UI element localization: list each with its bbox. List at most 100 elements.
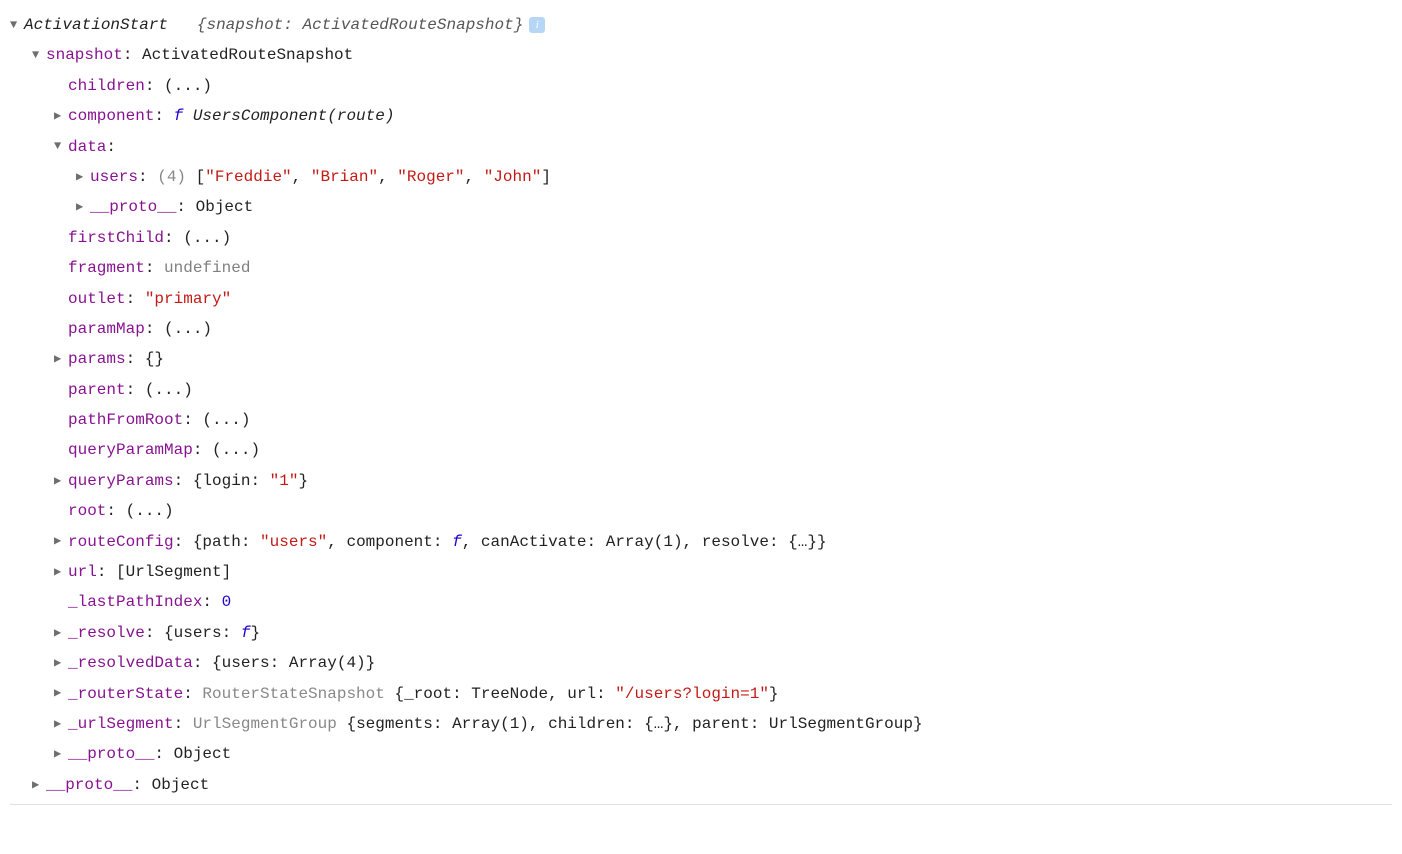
- prop-key: children: [68, 77, 145, 95]
- prop-value: 0: [222, 593, 232, 611]
- prop-key: _resolve: [68, 624, 145, 642]
- prop-key: queryParamMap: [68, 441, 193, 459]
- prop-key: users: [90, 168, 138, 186]
- prop-key: url: [68, 563, 97, 581]
- console-object-tree: ActivationStart {snapshot: ActivatedRout…: [10, 10, 1392, 805]
- array-item: "Freddie": [205, 168, 291, 186]
- prop-firstchild[interactable]: firstChild: (...): [10, 223, 1392, 253]
- prop-proto[interactable]: __proto__: Object: [10, 739, 1392, 769]
- expand-toggle-icon[interactable]: [32, 44, 46, 67]
- prop-users[interactable]: users: (4) ["Freddie", "Brian", "Roger",…: [10, 162, 1392, 192]
- expand-toggle-icon[interactable]: [10, 14, 24, 37]
- prop-value: undefined: [164, 259, 250, 277]
- array-item: "Brian": [311, 168, 378, 186]
- function-icon: f: [452, 533, 462, 551]
- prop-value: [UrlSegment]: [116, 563, 231, 581]
- prop-component[interactable]: component: f UsersComponent(route): [10, 101, 1392, 131]
- prop-url[interactable]: url: [UrlSegment]: [10, 557, 1392, 587]
- prop-urlsegment[interactable]: _urlSegment: UrlSegmentGroup {segments: …: [10, 709, 1392, 739]
- prop-value: UsersComponent(route): [193, 107, 395, 125]
- prop-value: (...): [164, 320, 212, 338]
- prop-children[interactable]: children: (...): [10, 71, 1392, 101]
- prop-parammap[interactable]: paramMap: (...): [10, 314, 1392, 344]
- expand-toggle-icon[interactable]: [54, 652, 68, 675]
- expand-toggle-icon[interactable]: [54, 561, 68, 584]
- expand-toggle-icon[interactable]: [54, 682, 68, 705]
- root-row[interactable]: ActivationStart {snapshot: ActivatedRout…: [10, 10, 1392, 40]
- prop-value: Object: [152, 776, 210, 794]
- prop-parent[interactable]: parent: (...): [10, 375, 1392, 405]
- prop-queryparammap[interactable]: queryParamMap: (...): [10, 435, 1392, 465]
- prop-key: _lastPathIndex: [68, 593, 202, 611]
- prop-key: paramMap: [68, 320, 145, 338]
- prop-resolve[interactable]: _resolve: {users: f}: [10, 618, 1392, 648]
- prop-key: __proto__: [68, 745, 154, 763]
- prop-value: (...): [183, 229, 231, 247]
- prop-key: _routerState: [68, 685, 183, 703]
- prop-key: __proto__: [90, 198, 176, 216]
- prop-routeconfig[interactable]: routeConfig: {path: "users", component: …: [10, 527, 1392, 557]
- prop-value: ActivatedRouteSnapshot: [142, 46, 353, 64]
- prop-key: pathFromRoot: [68, 411, 183, 429]
- prop-lastpathindex[interactable]: _lastPathIndex: 0: [10, 587, 1392, 617]
- prop-key: routeConfig: [68, 533, 174, 551]
- array-count: (4): [157, 168, 186, 186]
- prop-value: (...): [164, 77, 212, 95]
- prop-data[interactable]: data:: [10, 132, 1392, 162]
- expand-toggle-icon[interactable]: [54, 713, 68, 736]
- prop-outlet[interactable]: outlet: "primary": [10, 284, 1392, 314]
- prop-value: Object: [174, 745, 232, 763]
- class-name: ActivationStart: [24, 16, 168, 34]
- function-icon: f: [241, 624, 251, 642]
- prop-value: "primary": [145, 290, 231, 308]
- prop-resolveddata[interactable]: _resolvedData: {users: Array(4)}: [10, 648, 1392, 678]
- expand-toggle-icon[interactable]: [54, 105, 68, 128]
- expand-toggle-icon[interactable]: [54, 622, 68, 645]
- prop-proto[interactable]: __proto__: Object: [10, 770, 1392, 800]
- expand-toggle-icon[interactable]: [54, 743, 68, 766]
- function-icon: f: [174, 107, 193, 125]
- prop-key: fragment: [68, 259, 145, 277]
- prop-key: parent: [68, 381, 126, 399]
- prop-queryparams[interactable]: queryParams: {login: "1"}: [10, 466, 1392, 496]
- prop-value: (...): [126, 502, 174, 520]
- obj-suffix: }: [298, 472, 308, 490]
- prop-routerstate[interactable]: _routerState: RouterStateSnapshot {_root…: [10, 679, 1392, 709]
- expand-toggle-icon[interactable]: [54, 470, 68, 493]
- prop-key: queryParams: [68, 472, 174, 490]
- prop-key: outlet: [68, 290, 126, 308]
- prop-key: root: [68, 502, 106, 520]
- prop-key: __proto__: [46, 776, 132, 794]
- prop-key: component: [68, 107, 154, 125]
- expand-toggle-icon[interactable]: [32, 774, 46, 797]
- prop-pathfromroot[interactable]: pathFromRoot: (...): [10, 405, 1392, 435]
- expand-toggle-icon[interactable]: [54, 135, 68, 158]
- prop-value: {users: Array(4)}: [212, 654, 375, 672]
- prop-key: data: [68, 138, 106, 156]
- prop-value: {}: [145, 350, 164, 368]
- prop-value: "1": [270, 472, 299, 490]
- prop-value: Object: [196, 198, 254, 216]
- prop-value: (...): [145, 381, 193, 399]
- prop-key: params: [68, 350, 126, 368]
- prop-proto[interactable]: __proto__: Object: [10, 192, 1392, 222]
- expand-toggle-icon[interactable]: [54, 348, 68, 371]
- expand-toggle-icon[interactable]: [76, 196, 90, 219]
- prop-fragment[interactable]: fragment: undefined: [10, 253, 1392, 283]
- expand-toggle-icon[interactable]: [54, 530, 68, 553]
- prop-value: (...): [212, 441, 260, 459]
- prop-key: snapshot: [46, 46, 123, 64]
- expand-toggle-icon[interactable]: [76, 166, 90, 189]
- object-summary: {snapshot: ActivatedRouteSnapshot}: [197, 16, 523, 34]
- prop-key: _resolvedData: [68, 654, 193, 672]
- prop-key: _urlSegment: [68, 715, 174, 733]
- prop-value: (...): [202, 411, 250, 429]
- prop-root[interactable]: root: (...): [10, 496, 1392, 526]
- prop-key: firstChild: [68, 229, 164, 247]
- prop-snapshot[interactable]: snapshot: ActivatedRouteSnapshot: [10, 40, 1392, 70]
- array-item: "John": [484, 168, 542, 186]
- info-icon[interactable]: i: [529, 17, 545, 33]
- obj-prefix: {login:: [193, 472, 270, 490]
- array-item: "Roger": [397, 168, 464, 186]
- prop-params[interactable]: params: {}: [10, 344, 1392, 374]
